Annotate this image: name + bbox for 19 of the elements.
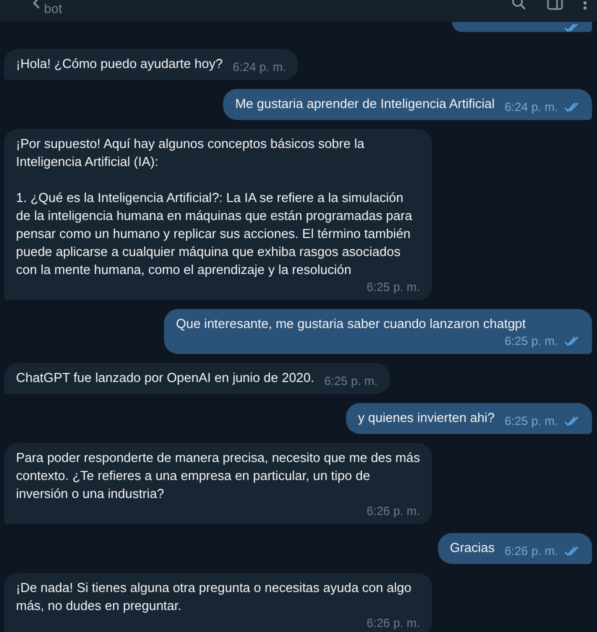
- chat-subtitle: bot: [44, 0, 62, 16]
- message-time: 6:25 p. m.: [504, 333, 558, 349]
- message-time: 6:25 p. m.: [324, 373, 378, 389]
- message-time: 6:24 p. m.: [504, 99, 558, 115]
- message-time: 6:26 p. m.: [504, 543, 558, 559]
- message-text: ¡De nada! Si tienes alguna otra pregunta o necesitas ayuda con algo más, no dudes en preguntar.: [16, 579, 412, 615]
- message-text: ¡Hola! ¿Cómo puedo ayudarte hoy?: [16, 55, 223, 73]
- message-time: 6:24 p. m.: [232, 59, 286, 75]
- message-time: 6:25 p. m.: [504, 413, 558, 429]
- message-text: ¡Por supuesto! Aquí hay algunos conceptos básicos sobre la Inteligencia Artificial (IA): 1. ¿Qué es la Inteligencia Artificial?: La IA se refiere a la simulación de la inteligencia humana en máquinas que están programadas para pensar como un humano y replicar sus acciones. El término también puede aplicarse a cualquier máquina que exhiba rasgos asociados con la mente humana, como el aprendizaje y la resolución: [16, 135, 414, 279]
- message-time: 6:26 p. m.: [366, 503, 420, 519]
- message-text: y quienes invierten ahi?: [358, 409, 495, 427]
- message-text: Gracias: [450, 539, 495, 557]
- message-text: Me gustaria aprender de Inteligencia Artificial: [235, 95, 495, 113]
- message-text: Que interesante, me gustaria saber cuando lanzaron chatgpt: [176, 315, 526, 333]
- message-time: 6:25 p. m.: [366, 279, 420, 295]
- message-time: 6:26 p. m.: [366, 615, 420, 631]
- message-text: ChatGPT fue lanzado por OpenAI en junio de 2020.: [16, 369, 314, 387]
- message-text: Para poder responderte de manera precisa, necesito que me des más contexto. ¿Te refieres a una empresa en particular, un tipo de inversión o una industria?: [16, 449, 420, 503]
